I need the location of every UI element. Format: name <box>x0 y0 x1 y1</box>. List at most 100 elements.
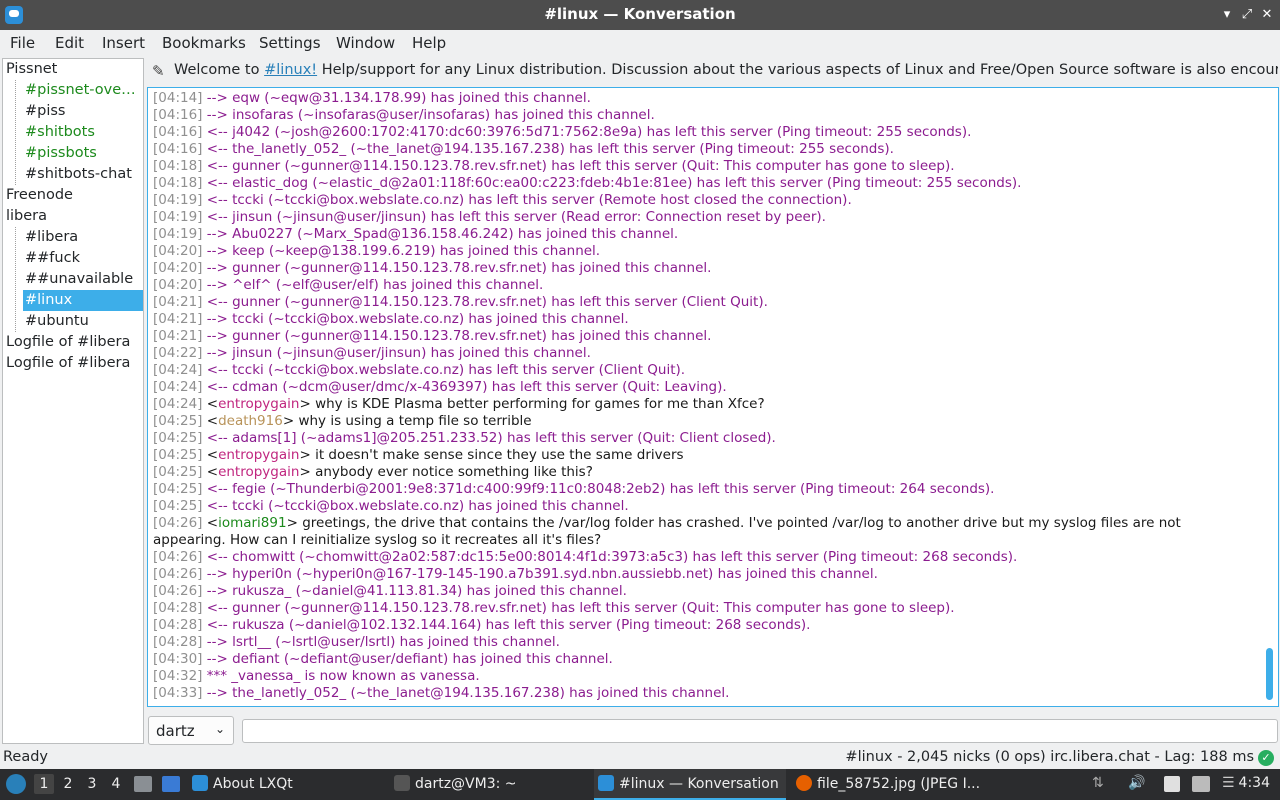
status-connection-info: #linux - 2,045 nicks (0 ops) irc.libera.… <box>845 749 1254 765</box>
lxqt-icon <box>192 775 208 791</box>
chat-scrollbar-thumb[interactable] <box>1266 648 1273 700</box>
chat-line: [04:21] --> gunner (~gunner@114.150.123.… <box>153 328 1251 345</box>
workspace-2[interactable]: 2 <box>58 774 78 794</box>
chat-scrollbar[interactable] <box>1262 90 1276 704</box>
tree-channel-shitbots[interactable]: #shitbots <box>25 122 137 143</box>
chat-event-text: <-- rukusza (~daniel@102.132.144.164) ha… <box>206 617 811 633</box>
tree-logfile-libera[interactable]: Logfile of #libera <box>6 332 142 353</box>
tree-channel-ubuntu[interactable]: #ubuntu <box>25 311 137 332</box>
chat-line: [04:16] <-- j4042 (~josh@2600:1702:4170:… <box>153 124 1251 141</box>
chat-timestamp: [04:25] <box>153 447 203 463</box>
chat-timestamp: [04:16] <box>153 107 203 123</box>
window-titlebar: #linux — Konversation ▾ ⤢ ✕ <box>0 0 1280 30</box>
menu-settings[interactable]: Settings <box>259 34 321 52</box>
tray-volume-icon[interactable]: 🔊 <box>1128 775 1145 791</box>
chat-line: [04:14] --> eqw (~eqw@31.134.178.99) has… <box>153 90 1251 107</box>
tree-channel-pissbots[interactable]: #pissbots <box>25 143 137 164</box>
chat-line: [04:30] --> defiant (~defiant@user/defia… <box>153 651 1251 668</box>
minimize-button[interactable]: ▾ <box>1218 5 1236 25</box>
menu-help[interactable]: Help <box>412 34 446 52</box>
tree-server-pissnet[interactable]: Pissnet <box>6 59 142 80</box>
chat-line: [04:25] <-- fegie (~Thunderbi@2001:9e8:3… <box>153 481 1251 498</box>
chat-event-text: <-- gunner (~gunner@114.150.123.78.rev.s… <box>206 158 955 174</box>
tray-menu-icon[interactable]: ☰ <box>1222 775 1235 791</box>
chat-line: [04:26] --> hyperi0n (~hyperi0n@167-179-… <box>153 566 1251 583</box>
edit-topic-icon[interactable]: ✎ <box>152 62 165 80</box>
message-input[interactable] <box>242 719 1278 743</box>
task-label: #linux — Konversation <box>619 776 779 792</box>
tree-item-label: #pissnet-overview <box>25 82 137 98</box>
tree-item-label: Freenode <box>6 187 73 203</box>
channel-topic: ✎ Welcome to #linux! Help/support for an… <box>148 59 1278 85</box>
menu-bar: File Edit Insert Bookmarks Settings Wind… <box>0 30 1280 57</box>
chat-line: [04:25] <entropygain> anybody ever notic… <box>153 464 593 480</box>
status-text: Ready <box>3 749 49 765</box>
chat-line: [04:24] <entropygain> why is KDE Plasma … <box>153 396 765 412</box>
tree-channel-pissnet-overview[interactable]: #pissnet-overview <box>25 80 137 101</box>
chat-nick[interactable]: death916 <box>218 413 283 429</box>
task-konversation[interactable]: #linux — Konversation <box>594 769 786 800</box>
menu-insert[interactable]: Insert <box>102 34 145 52</box>
menu-file[interactable]: File <box>10 34 35 52</box>
tree-item-label: libera <box>6 208 48 224</box>
tree-channel-piss[interactable]: #piss <box>25 101 137 122</box>
chat-nick[interactable]: entropygain <box>218 447 299 463</box>
tree-channel-unavailable[interactable]: ##unavailable <box>25 269 137 290</box>
chat-line: [04:21] <-- gunner (~gunner@114.150.123.… <box>153 294 1251 311</box>
tree-server-libera[interactable]: libera <box>6 206 142 227</box>
chat-nick[interactable]: iomari891 <box>218 515 287 531</box>
chat-line: [04:33] --> the_lanetly_052_ (~the_lanet… <box>153 685 1251 702</box>
close-button[interactable]: ✕ <box>1258 5 1276 25</box>
tray-display-icon[interactable] <box>1192 776 1210 792</box>
chat-timestamp: [04:21] <box>153 311 203 327</box>
topic-text: Welcome to #linux! Help/support for any … <box>174 62 1278 78</box>
tree-logfile-libera[interactable]: Logfile of #libera <box>6 353 142 374</box>
chat-timestamp: [04:16] <box>153 141 203 157</box>
taskbar-clock: 4:34 <box>1238 775 1270 791</box>
nick-selector[interactable]: dartz ⌄ <box>148 716 234 745</box>
chat-message-text: it doesn't make sense since they use the… <box>315 447 684 463</box>
maximize-button[interactable]: ⤢ <box>1238 5 1256 25</box>
topic-channel-link[interactable]: #linux! <box>264 62 317 78</box>
chat-timestamp: [04:25] <box>153 413 203 429</box>
chat-event-text: <-- jinsun (~jinsun@user/jinsun) has lef… <box>206 209 826 225</box>
task-firefox-image[interactable]: file_58752.jpg (JPEG I... <box>796 769 992 800</box>
tree-channel-linux[interactable]: #linux <box>23 290 143 311</box>
workspace-1[interactable]: 1 <box>34 774 54 794</box>
chat-timestamp: [04:22] <box>153 345 203 361</box>
chat-event-text: --> rukusza_ (~daniel@41.113.81.34) has … <box>206 583 627 599</box>
chat-event-text: *** _vanessa_ is now known as vanessa. <box>206 668 480 684</box>
tray-network-icon[interactable]: ⇅ <box>1092 775 1104 791</box>
chat-event-text: <-- gunner (~gunner@114.150.123.78.rev.s… <box>206 294 768 310</box>
tray-clipboard-icon[interactable] <box>1164 776 1180 792</box>
task-about-lxqt[interactable]: About LXQt <box>192 769 382 800</box>
workspace-3[interactable]: 3 <box>82 774 102 794</box>
tree-channel-libera[interactable]: #libera <box>25 227 137 248</box>
chat-log[interactable]: [04:14] --> eqw (~eqw@31.134.178.99) has… <box>147 87 1279 707</box>
chat-line: [04:25] <death916> why is using a temp f… <box>153 413 532 429</box>
chat-line: [04:28] --> lsrtl__ (~lsrtl@user/lsrtl) … <box>153 634 1251 651</box>
menu-window[interactable]: Window <box>336 34 395 52</box>
tree-channel-fuck[interactable]: ##fuck <box>25 248 137 269</box>
tree-server-freenode[interactable]: Freenode <box>6 185 142 206</box>
show-desktop-icon[interactable] <box>134 776 152 792</box>
taskbar: 1 2 3 4 About LXQt dartz@VM3: ~ #linux —… <box>0 769 1280 800</box>
task-terminal[interactable]: dartz@VM3: ~ <box>394 769 584 800</box>
file-manager-icon[interactable] <box>162 776 180 792</box>
workspace-4[interactable]: 4 <box>106 774 126 794</box>
chat-nick[interactable]: entropygain <box>218 396 299 412</box>
chat-line: [04:24] <-- tccki (~tccki@box.webslate.c… <box>153 362 1251 379</box>
chat-timestamp: [04:21] <box>153 294 203 310</box>
chat-timestamp: [04:24] <box>153 362 203 378</box>
chat-timestamp: [04:16] <box>153 124 203 140</box>
chat-timestamp: [04:25] <box>153 481 203 497</box>
chat-timestamp: [04:20] <box>153 260 203 276</box>
chat-nick[interactable]: entropygain <box>218 464 299 480</box>
menu-bookmarks[interactable]: Bookmarks <box>162 34 246 52</box>
menu-edit[interactable]: Edit <box>55 34 84 52</box>
tree-channel-shitbots-chat[interactable]: #shitbots-chat <box>25 164 137 185</box>
chat-timestamp: [04:21] <box>153 328 203 344</box>
chat-line: [04:26] --> rukusza_ (~daniel@41.113.81.… <box>153 583 1251 600</box>
start-menu-icon[interactable] <box>6 774 26 794</box>
chat-line: [04:18] <-- gunner (~gunner@114.150.123.… <box>153 158 1251 175</box>
